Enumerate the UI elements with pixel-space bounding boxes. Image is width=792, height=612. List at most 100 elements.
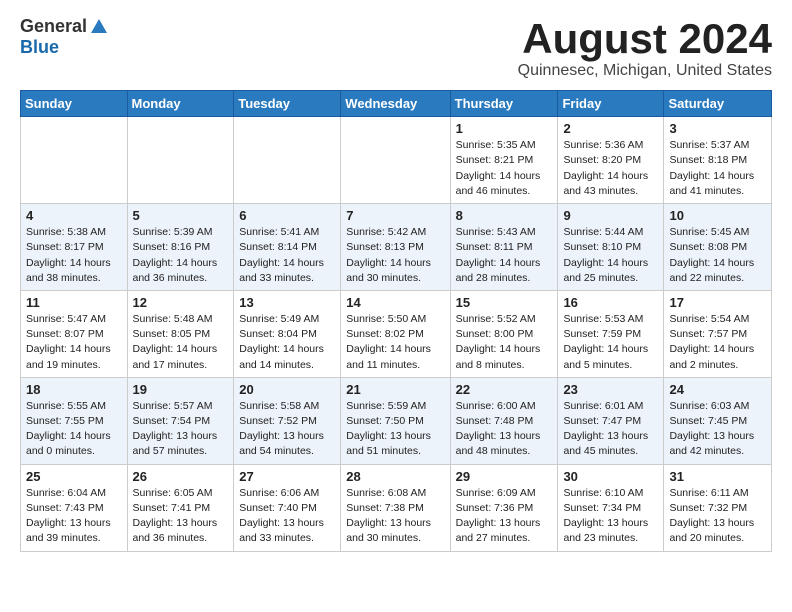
- day-info: Sunrise: 5:36 AM Sunset: 8:20 PM Dayligh…: [563, 138, 658, 199]
- day-number: 23: [563, 382, 658, 397]
- weekday-header: Saturday: [664, 91, 772, 117]
- day-number: 29: [456, 469, 553, 484]
- weekday-header: Wednesday: [341, 91, 450, 117]
- day-info: Sunrise: 5:39 AM Sunset: 8:16 PM Dayligh…: [133, 225, 229, 286]
- calendar-cell: 5 Sunrise: 5:39 AM Sunset: 8:16 PM Daylig…: [127, 204, 234, 291]
- calendar-cell: 19Sunrise: 5:57 AM Sunset: 7:54 PM Dayli…: [127, 377, 234, 464]
- day-info: Sunrise: 5:48 AM Sunset: 8:05 PM Dayligh…: [133, 312, 229, 373]
- day-info: Sunrise: 5:41 AM Sunset: 8:14 PM Dayligh…: [239, 225, 335, 286]
- day-number: 18: [26, 382, 122, 397]
- day-info: Sunrise: 5:42 AM Sunset: 8:13 PM Dayligh…: [346, 225, 444, 286]
- calendar-cell: [234, 117, 341, 204]
- day-number: 8: [456, 208, 553, 223]
- month-title: August 2024: [518, 16, 772, 62]
- day-number: 31: [669, 469, 766, 484]
- day-info: Sunrise: 5:53 AM Sunset: 7:59 PM Dayligh…: [563, 312, 658, 373]
- logo-icon: [89, 17, 109, 37]
- calendar-cell: [341, 117, 450, 204]
- day-number: 21: [346, 382, 444, 397]
- calendar-week-row: 4 Sunrise: 5:38 AM Sunset: 8:17 PM Daylig…: [21, 204, 772, 291]
- calendar-cell: 24Sunrise: 6:03 AM Sunset: 7:45 PM Dayli…: [664, 377, 772, 464]
- weekday-header: Tuesday: [234, 91, 341, 117]
- logo-text: General: [20, 16, 109, 37]
- day-number: 17: [669, 295, 766, 310]
- calendar-week-row: 18Sunrise: 5:55 AM Sunset: 7:55 PM Dayli…: [21, 377, 772, 464]
- day-number: 3: [669, 121, 766, 136]
- day-number: 5: [133, 208, 229, 223]
- day-info: Sunrise: 5:52 AM Sunset: 8:00 PM Dayligh…: [456, 312, 553, 373]
- calendar-cell: 25 Sunrise: 6:04 AM Sunset: 7:43 PM Dayli…: [21, 464, 128, 551]
- calendar-cell: 21Sunrise: 5:59 AM Sunset: 7:50 PM Dayli…: [341, 377, 450, 464]
- day-info: Sunrise: 6:09 AM Sunset: 7:36 PM Dayligh…: [456, 486, 553, 547]
- calendar-cell: 3 Sunrise: 5:37 AM Sunset: 8:18 PM Daylig…: [664, 117, 772, 204]
- calendar-cell: 11 Sunrise: 5:47 AM Sunset: 8:07 PM Dayli…: [21, 290, 128, 377]
- calendar-cell: 16 Sunrise: 5:53 AM Sunset: 7:59 PM Dayli…: [558, 290, 664, 377]
- calendar-cell: 23 Sunrise: 6:01 AM Sunset: 7:47 PM Dayli…: [558, 377, 664, 464]
- day-number: 6: [239, 208, 335, 223]
- day-info: Sunrise: 6:01 AM Sunset: 7:47 PM Dayligh…: [563, 399, 658, 460]
- day-info: Sunrise: 5:54 AM Sunset: 7:57 PM Dayligh…: [669, 312, 766, 373]
- day-number: 30: [563, 469, 658, 484]
- day-number: 2: [563, 121, 658, 136]
- day-number: 13: [239, 295, 335, 310]
- weekday-header: Thursday: [450, 91, 558, 117]
- calendar-week-row: 1 Sunrise: 5:35 AM Sunset: 8:21 PM Daylig…: [21, 117, 772, 204]
- calendar-week-row: 25 Sunrise: 6:04 AM Sunset: 7:43 PM Dayli…: [21, 464, 772, 551]
- calendar-cell: 7Sunrise: 5:42 AM Sunset: 8:13 PM Daylig…: [341, 204, 450, 291]
- day-info: Sunrise: 5:37 AM Sunset: 8:18 PM Dayligh…: [669, 138, 766, 199]
- day-number: 9: [563, 208, 658, 223]
- day-info: Sunrise: 5:43 AM Sunset: 8:11 PM Dayligh…: [456, 225, 553, 286]
- calendar-cell: [127, 117, 234, 204]
- calendar-cell: 31 Sunrise: 6:11 AM Sunset: 7:32 PM Dayli…: [664, 464, 772, 551]
- calendar-cell: 20Sunrise: 5:58 AM Sunset: 7:52 PM Dayli…: [234, 377, 341, 464]
- day-info: Sunrise: 5:44 AM Sunset: 8:10 PM Dayligh…: [563, 225, 658, 286]
- day-number: 4: [26, 208, 122, 223]
- calendar-cell: 30 Sunrise: 6:10 AM Sunset: 7:34 PM Dayli…: [558, 464, 664, 551]
- day-info: Sunrise: 6:00 AM Sunset: 7:48 PM Dayligh…: [456, 399, 553, 460]
- title-block: August 2024 Quinnesec, Michigan, United …: [518, 16, 772, 80]
- day-info: Sunrise: 5:47 AM Sunset: 8:07 PM Dayligh…: [26, 312, 122, 373]
- page: General Blue August 2024 Quinnesec, Mich…: [0, 0, 792, 568]
- calendar-cell: 22Sunrise: 6:00 AM Sunset: 7:48 PM Dayli…: [450, 377, 558, 464]
- logo-general-text: General: [20, 16, 87, 37]
- logo-blue-text-row: Blue: [20, 37, 59, 58]
- location: Quinnesec, Michigan, United States: [518, 62, 772, 80]
- day-info: Sunrise: 5:58 AM Sunset: 7:52 PM Dayligh…: [239, 399, 335, 460]
- day-info: Sunrise: 5:50 AM Sunset: 8:02 PM Dayligh…: [346, 312, 444, 373]
- day-info: Sunrise: 6:10 AM Sunset: 7:34 PM Dayligh…: [563, 486, 658, 547]
- calendar-cell: 10Sunrise: 5:45 AM Sunset: 8:08 PM Dayli…: [664, 204, 772, 291]
- header: General Blue August 2024 Quinnesec, Mich…: [20, 16, 772, 80]
- day-info: Sunrise: 5:35 AM Sunset: 8:21 PM Dayligh…: [456, 138, 553, 199]
- calendar-cell: 13 Sunrise: 5:49 AM Sunset: 8:04 PM Dayli…: [234, 290, 341, 377]
- calendar-week-row: 11 Sunrise: 5:47 AM Sunset: 8:07 PM Dayli…: [21, 290, 772, 377]
- day-number: 1: [456, 121, 553, 136]
- logo-blue-text: Blue: [20, 37, 59, 58]
- calendar-cell: 27 Sunrise: 6:06 AM Sunset: 7:40 PM Dayli…: [234, 464, 341, 551]
- calendar: SundayMondayTuesdayWednesdayThursdayFrid…: [20, 90, 772, 551]
- calendar-cell: 28Sunrise: 6:08 AM Sunset: 7:38 PM Dayli…: [341, 464, 450, 551]
- weekday-header: Monday: [127, 91, 234, 117]
- day-info: Sunrise: 6:03 AM Sunset: 7:45 PM Dayligh…: [669, 399, 766, 460]
- day-number: 14: [346, 295, 444, 310]
- day-number: 28: [346, 469, 444, 484]
- calendar-cell: [21, 117, 128, 204]
- day-number: 27: [239, 469, 335, 484]
- calendar-cell: 4 Sunrise: 5:38 AM Sunset: 8:17 PM Daylig…: [21, 204, 128, 291]
- day-number: 12: [133, 295, 229, 310]
- day-info: Sunrise: 5:38 AM Sunset: 8:17 PM Dayligh…: [26, 225, 122, 286]
- day-info: Sunrise: 6:05 AM Sunset: 7:41 PM Dayligh…: [133, 486, 229, 547]
- day-info: Sunrise: 6:06 AM Sunset: 7:40 PM Dayligh…: [239, 486, 335, 547]
- day-number: 25: [26, 469, 122, 484]
- day-info: Sunrise: 6:11 AM Sunset: 7:32 PM Dayligh…: [669, 486, 766, 547]
- calendar-cell: 6 Sunrise: 5:41 AM Sunset: 8:14 PM Daylig…: [234, 204, 341, 291]
- day-number: 10: [669, 208, 766, 223]
- weekday-header: Sunday: [21, 91, 128, 117]
- day-number: 11: [26, 295, 122, 310]
- day-number: 19: [133, 382, 229, 397]
- day-info: Sunrise: 5:49 AM Sunset: 8:04 PM Dayligh…: [239, 312, 335, 373]
- calendar-cell: 18Sunrise: 5:55 AM Sunset: 7:55 PM Dayli…: [21, 377, 128, 464]
- day-info: Sunrise: 6:04 AM Sunset: 7:43 PM Dayligh…: [26, 486, 122, 547]
- calendar-header-row: SundayMondayTuesdayWednesdayThursdayFrid…: [21, 91, 772, 117]
- day-number: 16: [563, 295, 658, 310]
- calendar-cell: 26Sunrise: 6:05 AM Sunset: 7:41 PM Dayli…: [127, 464, 234, 551]
